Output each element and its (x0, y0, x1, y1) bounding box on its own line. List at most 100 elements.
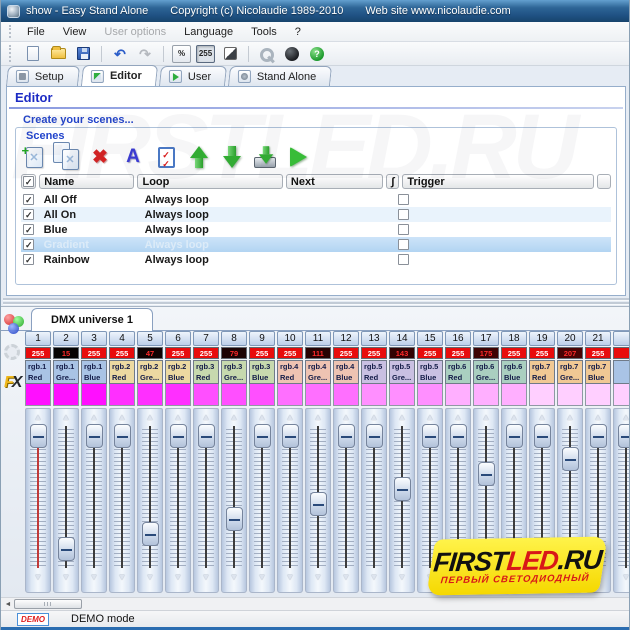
channel-fader[interactable]: ▲ ▼ (277, 408, 303, 593)
fader-thumb[interactable] (254, 424, 271, 448)
delete-scene-button[interactable]: ✖ (88, 143, 112, 171)
undo-button[interactable]: ↶ (110, 44, 130, 64)
fader-up-arrow[interactable]: ▲ (62, 411, 71, 423)
scene-checklist-button[interactable]: ✓✓ (154, 143, 178, 171)
fader-up-arrow[interactable]: ▲ (202, 411, 211, 423)
fader-down-arrow[interactable]: ▼ (342, 571, 351, 583)
menu-help[interactable]: ? (286, 24, 310, 40)
fader-thumb[interactable] (478, 462, 495, 486)
scrollbar-left-arrow[interactable]: ◄ (3, 600, 13, 609)
channel-fader[interactable]: ▲ ▼ (193, 408, 219, 593)
create-scenes-link[interactable]: Create your scenes... (7, 109, 625, 126)
channel-fader[interactable]: ▲ ▼ (81, 408, 107, 593)
value-255-display-button[interactable]: 255 (196, 45, 215, 63)
scene-row[interactable]: Rainbow Always loop (21, 252, 611, 267)
fader-thumb[interactable] (618, 424, 630, 448)
scene-enabled-checkbox[interactable] (23, 224, 34, 235)
scene-enabled-checkbox[interactable] (23, 209, 34, 220)
fader-track[interactable] (278, 424, 302, 570)
fader-thumb[interactable] (590, 424, 607, 448)
fader-down-arrow[interactable]: ▼ (370, 571, 379, 583)
fader-thumb[interactable] (58, 537, 75, 561)
import-scene-button[interactable] (253, 143, 277, 171)
fader-thumb[interactable] (310, 492, 327, 516)
column-header-name[interactable]: Name (39, 174, 134, 189)
fader-thumb[interactable] (534, 424, 551, 448)
fader-up-arrow[interactable]: ▲ (174, 411, 183, 423)
menu-file[interactable]: File (18, 24, 54, 40)
percent-display-button[interactable]: % (172, 45, 191, 63)
channel-fader[interactable]: ▲ ▼ (613, 408, 630, 593)
fader-track[interactable] (334, 424, 358, 570)
scene-fade-checkbox[interactable] (398, 194, 409, 205)
tab-setup[interactable]: Setup (6, 66, 80, 86)
fader-track[interactable] (222, 424, 246, 570)
fader-thumb[interactable] (142, 522, 159, 546)
dmx-universe-tab[interactable]: DMX universe 1 (31, 308, 153, 331)
move-scene-up-button[interactable] (187, 143, 211, 171)
horizontal-scrollbar[interactable]: ◄ (1, 597, 630, 610)
fader-up-arrow[interactable]: ▲ (230, 411, 239, 423)
fader-track[interactable] (306, 424, 330, 570)
fader-down-arrow[interactable]: ▼ (62, 571, 71, 583)
column-header-trigger[interactable]: Trigger (402, 174, 594, 189)
contrast-button[interactable] (220, 44, 240, 64)
fx-icon[interactable]: FX (4, 374, 24, 394)
fader-thumb[interactable] (282, 424, 299, 448)
menu-tools[interactable]: Tools (242, 24, 286, 40)
tools-key-button[interactable] (257, 44, 277, 64)
fader-thumb[interactable] (338, 424, 355, 448)
fader-thumb[interactable] (114, 424, 131, 448)
fader-down-arrow[interactable]: ▼ (230, 571, 239, 583)
scene-row[interactable]: All Off Always loop (21, 192, 611, 207)
fader-up-arrow[interactable]: ▲ (34, 411, 43, 423)
fader-up-arrow[interactable]: ▲ (482, 411, 491, 423)
fader-track[interactable] (110, 424, 134, 570)
scene-enabled-checkbox[interactable] (23, 254, 34, 265)
fader-track[interactable] (250, 424, 274, 570)
fader-up-arrow[interactable]: ▲ (286, 411, 295, 423)
move-scene-down-button[interactable] (220, 143, 244, 171)
rename-scene-button[interactable]: A (121, 143, 145, 171)
channel-fader[interactable]: ▲ ▼ (389, 408, 415, 593)
fader-down-arrow[interactable]: ▼ (174, 571, 183, 583)
new-scene-button[interactable]: ✕+ (22, 143, 46, 171)
fader-thumb[interactable] (366, 424, 383, 448)
fader-up-arrow[interactable]: ▲ (342, 411, 351, 423)
scene-row[interactable]: Gradient Always loop (21, 237, 611, 252)
fader-down-arrow[interactable]: ▼ (202, 571, 211, 583)
channel-fader[interactable]: ▲ ▼ (25, 408, 51, 593)
play-scene-button[interactable] (286, 143, 310, 171)
fader-track[interactable] (82, 424, 106, 570)
menu-language[interactable]: Language (175, 24, 242, 40)
fader-track[interactable] (194, 424, 218, 570)
fader-up-arrow[interactable]: ▲ (566, 411, 575, 423)
scene-fade-checkbox[interactable] (398, 254, 409, 265)
scene-fade-checkbox[interactable] (398, 224, 409, 235)
scene-fade-checkbox[interactable] (398, 209, 409, 220)
fader-down-arrow[interactable]: ▼ (398, 571, 407, 583)
fader-track[interactable] (54, 424, 78, 570)
tab-stand-alone[interactable]: Stand Alone (228, 66, 332, 86)
column-header-next[interactable]: Next (286, 174, 383, 189)
channel-fader[interactable]: ▲ ▼ (333, 408, 359, 593)
fader-down-arrow[interactable]: ▼ (622, 571, 630, 583)
help-button[interactable]: ? (307, 44, 327, 64)
new-file-button[interactable] (23, 44, 43, 64)
scene-row[interactable]: All On Always loop (21, 207, 611, 222)
fader-track[interactable] (138, 424, 162, 570)
fader-track[interactable] (362, 424, 386, 570)
open-file-button[interactable] (48, 44, 68, 64)
fader-track[interactable] (390, 424, 414, 570)
fader-up-arrow[interactable]: ▲ (90, 411, 99, 423)
channel-fader[interactable]: ▲ ▼ (221, 408, 247, 593)
channel-fader[interactable]: ▲ ▼ (137, 408, 163, 593)
fader-up-arrow[interactable]: ▲ (538, 411, 547, 423)
fader-up-arrow[interactable]: ▲ (370, 411, 379, 423)
fader-down-arrow[interactable]: ▼ (34, 571, 43, 583)
channel-fader[interactable]: ▲ ▼ (249, 408, 275, 593)
fader-up-arrow[interactable]: ▲ (398, 411, 407, 423)
color-palette-icon[interactable] (4, 314, 24, 334)
scene-row[interactable]: Blue Always loop (21, 222, 611, 237)
channel-fader[interactable]: ▲ ▼ (165, 408, 191, 593)
